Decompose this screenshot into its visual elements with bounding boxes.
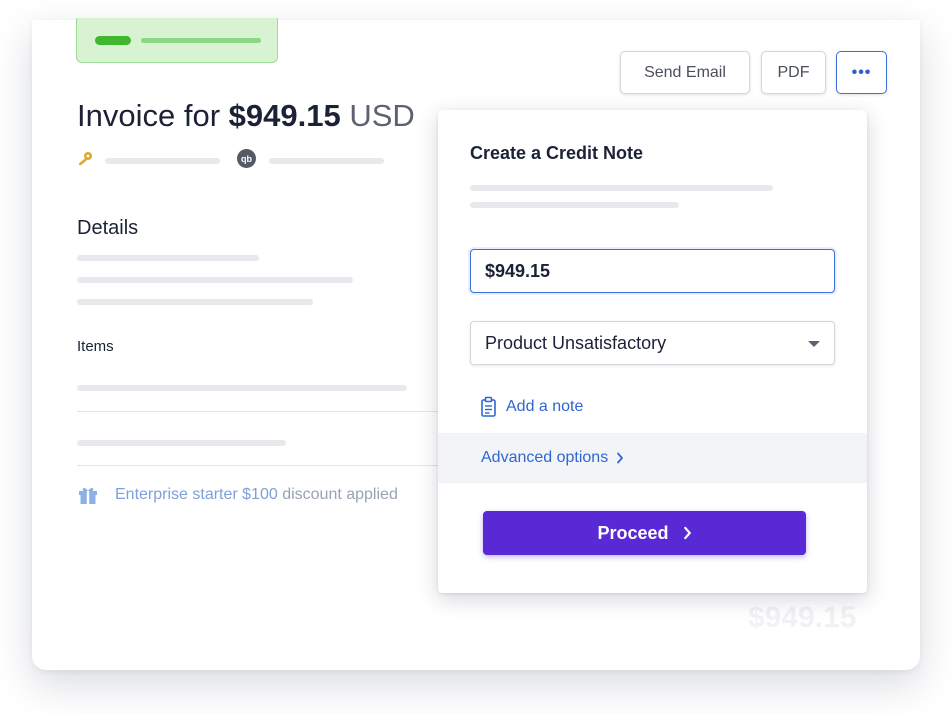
credit-note-title: Create a Credit Note [470,143,644,163]
key-placeholder-line [105,158,220,164]
details-placeholder-line [77,255,259,261]
quickbooks-placeholder-line [269,158,384,164]
popover-placeholder-line [470,202,679,208]
details-placeholder-line [77,299,313,305]
proceed-label: Proceed [597,522,669,543]
add-note-label: Add a note [506,398,584,415]
invoice-title: Invoice for $949.15 USD [77,98,415,134]
reason-selected-value: Product Unsatisfactory [485,332,667,353]
discount-applied-text: Enterprise starter $100 discount applied [115,486,398,504]
total-amount-faded: $949.15 [748,601,857,634]
quickbooks-icon: qb [237,149,256,168]
details-heading: Details [77,217,139,239]
invoice-title-prefix: Invoice for [77,98,221,133]
status-banner [76,18,278,63]
proceed-button[interactable]: Proceed [483,511,806,555]
caret-down-icon [808,341,820,347]
item-placeholder-line [77,385,407,391]
gift-icon [79,487,97,504]
status-placeholder-line [141,38,261,43]
invoice-currency: USD [349,98,415,133]
items-label: Items [77,338,114,355]
discount-suffix: discount applied [277,486,398,503]
chevron-right-icon [683,526,691,540]
key-icon [78,152,92,166]
note-icon [481,396,496,417]
send-email-button[interactable]: Send Email [620,51,750,94]
reason-select[interactable]: Product Unsatisfactory [470,321,835,365]
discount-name: Enterprise starter $100 [115,486,278,503]
advanced-options-row[interactable]: Advanced options [438,433,867,483]
chevron-right-icon [617,452,624,464]
advanced-options-label: Advanced options [481,449,609,466]
credit-note-popover: Create a Credit Note Product Unsatisfact… [438,110,867,593]
advanced-options-link[interactable]: Advanced options [481,449,624,467]
credit-amount-input[interactable] [470,249,835,293]
more-options-button[interactable]: ••• [836,51,887,94]
status-pill [95,36,131,45]
details-placeholder-line [77,277,353,283]
popover-placeholder-line [470,185,773,191]
invoice-amount: $949.15 [228,98,341,133]
add-note-link[interactable]: Add a note [480,396,583,418]
pdf-button[interactable]: PDF [761,51,826,94]
item-placeholder-line [77,440,286,446]
